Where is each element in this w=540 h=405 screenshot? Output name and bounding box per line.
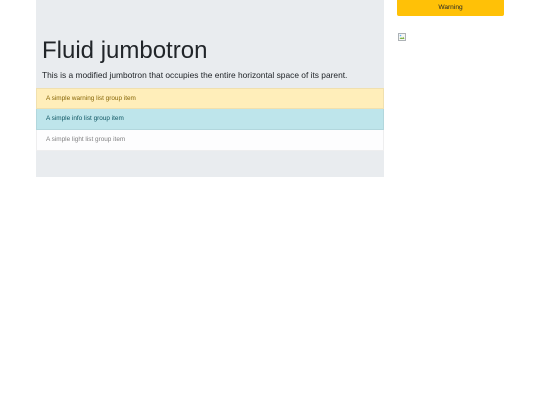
jumbotron-lead: This is a modified jumbotron that occupi…	[42, 70, 348, 80]
list-group: A simple warning list group item A simpl…	[36, 88, 384, 151]
jumbotron-title: Fluid jumbotron	[42, 37, 208, 64]
broken-image-icon	[398, 28, 406, 41]
page: Fluid jumbotron This is a modified jumbo…	[0, 0, 540, 405]
list-item-warning: A simple warning list group item	[36, 88, 384, 109]
list-item-light: A simple light list group item	[36, 130, 384, 151]
broken-image-icon-graphic	[398, 33, 406, 41]
list-item-info: A simple info list group item	[36, 109, 384, 130]
warning-button[interactable]: Warning	[397, 0, 504, 16]
fluid-jumbotron: Fluid jumbotron This is a modified jumbo…	[36, 0, 384, 177]
